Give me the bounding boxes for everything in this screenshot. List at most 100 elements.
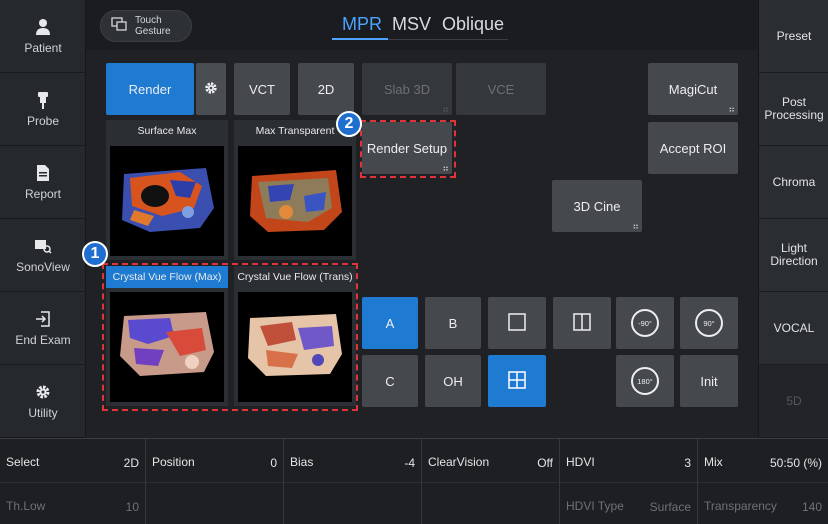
param-position[interactable]: Position 0 — [146, 439, 284, 482]
accept-roi-button[interactable]: Accept ROI — [648, 122, 738, 174]
vocal-button[interactable]: VOCAL — [759, 292, 828, 365]
person-icon — [32, 17, 54, 37]
post-processing-button[interactable]: Post Processing — [759, 73, 828, 146]
param-hdvi-type[interactable]: HDVI Type Surface — [560, 482, 698, 524]
quad-layout-button[interactable] — [488, 355, 546, 407]
end-exam-icon — [32, 309, 54, 329]
single-layout-button[interactable] — [488, 297, 546, 349]
view-a-button[interactable]: A — [362, 297, 418, 349]
param-label: Position — [152, 455, 195, 469]
sidebar-item-label: Utility — [28, 406, 58, 420]
right-panel: Preset Post Processing Chroma Light Dire… — [758, 0, 828, 438]
sidebar-item-label: SonoView — [16, 260, 70, 274]
callout-box-1 — [102, 263, 358, 411]
param-label: Select — [6, 455, 40, 469]
sidebar-item-probe[interactable]: Probe — [0, 73, 86, 146]
top-bar: Touch Gesture MPR MSV Oblique — [86, 0, 758, 50]
rotate-cw-icon: 90° — [695, 309, 723, 337]
sidebar-item-sonoview[interactable]: SonoView — [0, 219, 86, 292]
grip-icon: ⠶ — [442, 104, 449, 114]
param-value: Off — [537, 456, 553, 470]
dual-layout-icon — [573, 312, 591, 334]
view-c-button[interactable]: C — [362, 355, 418, 407]
gear-icon — [204, 81, 218, 98]
probe-icon — [32, 90, 54, 110]
param-value: 50:50 (%) — [769, 456, 822, 470]
param-select[interactable]: Select 2D — [0, 439, 146, 482]
sidebar-item-patient[interactable]: Patient — [0, 0, 86, 73]
rotate-ccw-icon: -90° — [631, 309, 659, 337]
param-empty — [146, 482, 284, 524]
render-preview-image — [110, 146, 224, 256]
render-settings-button[interactable] — [196, 63, 226, 115]
tab-active-indicator — [332, 38, 388, 40]
render-mode-surface-max[interactable]: Surface Max — [106, 120, 228, 260]
param-mix[interactable]: Mix 50:50 (%) — [698, 439, 828, 482]
2d-button[interactable]: 2D — [298, 63, 354, 115]
param-value: -4 — [404, 456, 415, 470]
vct-button[interactable]: VCT — [234, 63, 290, 115]
param-label: Mix — [704, 455, 723, 469]
param-clearvision[interactable]: ClearVision Off — [422, 439, 560, 482]
preset-button[interactable]: Preset — [759, 0, 828, 73]
sonoview-icon — [32, 236, 54, 256]
init-button[interactable]: Init — [680, 355, 738, 407]
param-value: Surface — [649, 500, 691, 514]
param-empty — [422, 482, 560, 524]
slab-3d-button[interactable]: Slab 3D ⠶ — [362, 63, 452, 115]
param-value: 10 — [125, 500, 139, 514]
param-label: ClearVision — [428, 455, 490, 469]
param-bias[interactable]: Bias -4 — [284, 439, 422, 482]
sidebar-item-label: End Exam — [15, 333, 71, 347]
param-th-low[interactable]: Th.Low 10 — [0, 482, 146, 524]
left-sidebar: Patient Probe Report SonoView End Exam U… — [0, 0, 86, 438]
tab-oblique[interactable]: Oblique — [442, 14, 504, 35]
slab-3d-label: Slab 3D — [383, 81, 431, 97]
param-empty — [284, 482, 422, 524]
sidebar-item-label: Probe — [26, 114, 60, 128]
render-mode-max-transparent[interactable]: Max Transparent — [234, 120, 356, 260]
3d-cine-label: 3D Cine — [573, 198, 621, 214]
main-panel: Render VCT 2D Slab 3D ⠶ VCE MagiCut ⠶ Ac… — [82, 50, 758, 438]
param-transparency[interactable]: Transparency 140 — [698, 482, 828, 524]
sidebar-item-utility[interactable]: Utility — [0, 365, 86, 438]
touch-gesture-line2: Gesture — [135, 26, 171, 37]
quad-layout-icon — [508, 370, 526, 392]
param-label: HDVI — [566, 455, 595, 469]
param-value: 140 — [801, 500, 822, 514]
rotate-left-90-button[interactable]: -90° — [616, 297, 674, 349]
param-value: 0 — [270, 456, 277, 470]
touch-gesture-icon — [111, 16, 127, 36]
touch-gesture-button[interactable]: Touch Gesture — [100, 10, 192, 42]
rotate-right-90-button[interactable]: 90° — [680, 297, 738, 349]
report-icon — [32, 163, 54, 183]
render-button[interactable]: Render — [106, 63, 194, 115]
sidebar-item-label: Patient — [24, 41, 62, 55]
sidebar-item-report[interactable]: Report — [0, 146, 86, 219]
vce-button[interactable]: VCE — [456, 63, 546, 115]
tab-msv[interactable]: MSV — [392, 14, 431, 35]
single-layout-icon — [508, 312, 526, 334]
param-label: HDVI Type — [566, 499, 624, 513]
view-b-button[interactable]: B — [425, 297, 481, 349]
dual-layout-button[interactable] — [553, 297, 611, 349]
tab-mpr[interactable]: MPR — [342, 14, 382, 35]
render-preview-image — [238, 146, 352, 256]
magicut-button[interactable]: MagiCut ⠶ — [648, 63, 738, 115]
rotate-180-button[interactable]: 180° — [616, 355, 674, 407]
5d-button[interactable]: 5D — [759, 365, 828, 438]
view-oh-button[interactable]: OH — [425, 355, 481, 407]
param-hdvi[interactable]: HDVI 3 — [560, 439, 698, 482]
3d-cine-button[interactable]: 3D Cine ⠶ — [552, 180, 642, 232]
touch-gesture-line1: Touch — [135, 15, 162, 26]
grip-icon: ⠶ — [728, 104, 735, 114]
callout-box-2 — [360, 120, 456, 178]
callout-badge-1: 1 — [82, 241, 108, 267]
gear-icon — [32, 382, 54, 402]
sidebar-item-label: Report — [24, 187, 62, 201]
magicut-label: MagiCut — [668, 81, 718, 97]
chroma-button[interactable]: Chroma — [759, 146, 828, 219]
light-direction-button[interactable]: Light Direction — [759, 219, 828, 292]
callout-badge-2: 2 — [336, 111, 362, 137]
sidebar-item-end-exam[interactable]: End Exam — [0, 292, 86, 365]
